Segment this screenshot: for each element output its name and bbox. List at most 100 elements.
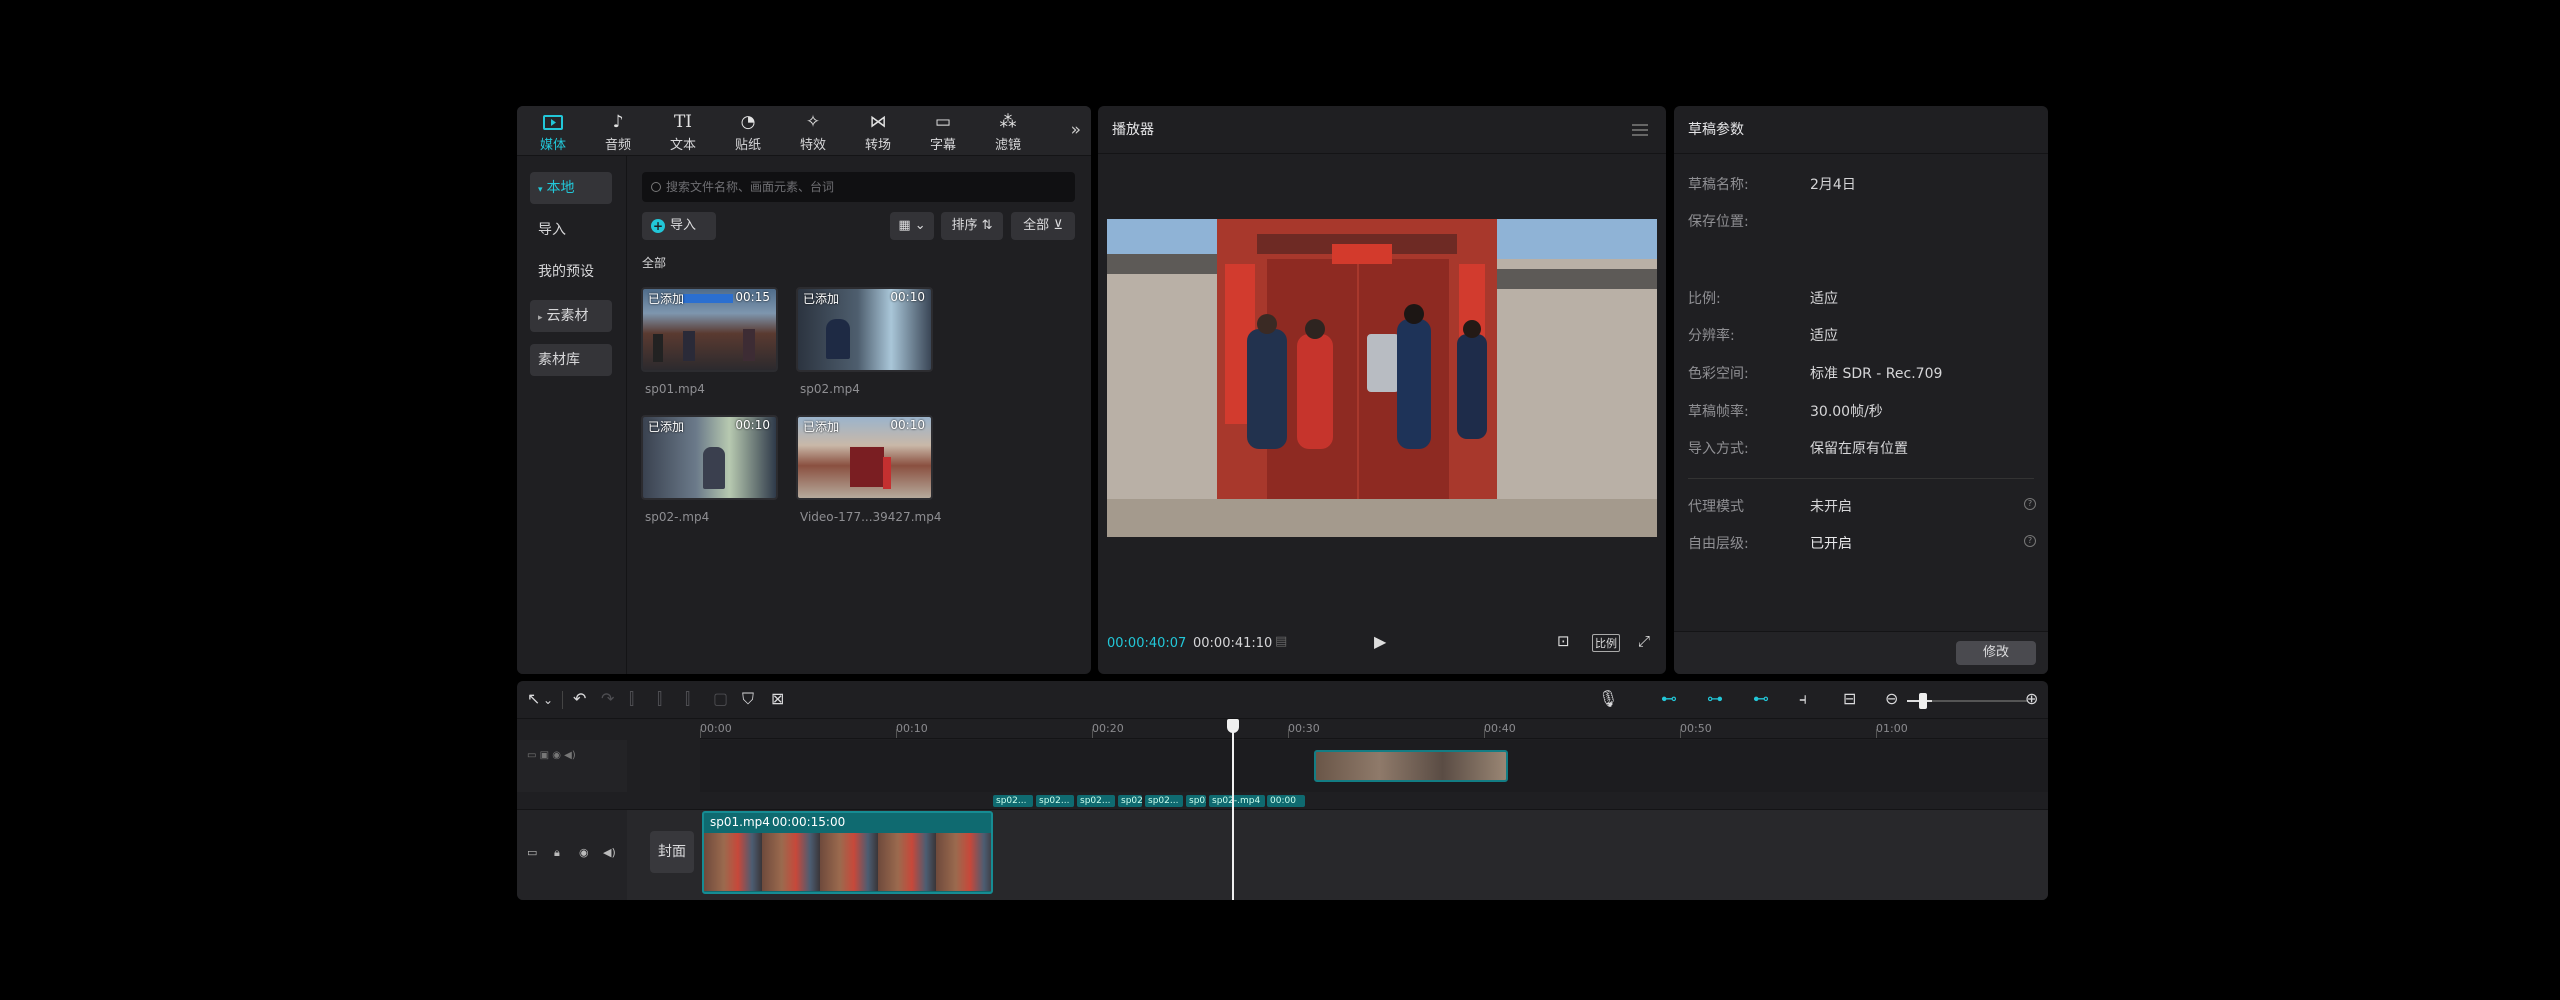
tab-filter[interactable]: ⁂ 滤镜 <box>978 110 1038 154</box>
nav-import-label: 导入 <box>538 222 566 238</box>
ruler-tick <box>1288 729 1289 738</box>
select-cursor-icon[interactable]: ↖ <box>527 689 540 708</box>
media-thumb-video[interactable]: 已添加 00:10 <box>796 415 933 500</box>
mini-clip[interactable]: sp02-.mp4 <box>1209 795 1265 807</box>
redo-icon[interactable]: ↷ <box>601 689 614 708</box>
mini-clip[interactable]: sp02... <box>993 795 1033 807</box>
ruler-tick <box>1092 729 1093 738</box>
overlay-clip[interactable] <box>1314 750 1508 782</box>
search-input[interactable]: 搜索文件名称、画面元素、台词 <box>642 172 1075 202</box>
draft-title: 草稿参数 <box>1688 122 1744 138</box>
nav-cloud[interactable]: ▸ 云素材 <box>530 300 612 332</box>
grid-view-icon: ▦ ⌄ <box>898 218 926 233</box>
sort-button[interactable]: 排序 ⇅ <box>941 212 1003 240</box>
tab-transition[interactable]: ⋈ 转场 <box>848 110 908 154</box>
menu-icon[interactable] <box>1632 124 1648 136</box>
timeline-toolbar: ↖ ⌄ ↶ ↷ ⫿ ⫿ ⫿ ▢ ⛉ ⊠ 🎙 ⊷ ⊶ ⊷ ⫞ ⊟ ⊖ ⊕ <box>517 681 2048 719</box>
mini-clip[interactable]: sp02 <box>1118 795 1142 807</box>
filter-button[interactable]: 全部 ⊻ <box>1011 212 1075 240</box>
auto-snap-icon[interactable]: ⊶ <box>1707 689 1723 708</box>
chevron-down-icon[interactable]: ⌄ <box>543 693 553 707</box>
nav-import[interactable]: 导入 <box>530 214 612 246</box>
timeline-panel: ↖ ⌄ ↶ ↷ ⫿ ⫿ ⫿ ▢ ⛉ ⊠ 🎙 ⊷ ⊶ ⊷ ⫞ ⊟ ⊖ ⊕ 00:0… <box>517 681 2048 900</box>
help-icon[interactable]: ? <box>2024 535 2036 547</box>
thumb-figure <box>653 334 663 362</box>
tab-filter-label: 滤镜 <box>994 138 1021 153</box>
play-button[interactable]: ▶ <box>1374 632 1386 651</box>
mini-clip[interactable]: sp02... <box>1145 795 1183 807</box>
link-main-track-icon[interactable]: ⊷ <box>1661 689 1677 708</box>
effects-icon: ✧ <box>805 112 821 132</box>
media-sidenav: ▾ 本地 导入 我的预设 ▸ 云素材 素材库 <box>517 156 627 674</box>
tab-subtitle[interactable]: ▭ 字幕 <box>913 110 973 154</box>
total-timecode: 00:00:41:10 <box>1193 636 1273 651</box>
thumb-figure <box>743 329 755 361</box>
tab-text[interactable]: TI 文本 <box>653 110 713 154</box>
mini-clip[interactable]: sp02 <box>1186 795 1206 807</box>
ruler-label: 01:00 <box>1876 722 1908 735</box>
view-toggle-button[interactable]: ▦ ⌄ <box>890 212 934 240</box>
search-placeholder: 搜索文件名称、画面元素、台词 <box>666 180 835 194</box>
ruler-tick <box>1484 729 1485 738</box>
more-tabs-icon[interactable]: » <box>1071 120 1081 140</box>
playhead[interactable] <box>1226 719 1239 900</box>
tab-media[interactable]: 媒体 <box>523 110 583 154</box>
ruler-tick <box>1876 729 1877 738</box>
nav-library[interactable]: 素材库 <box>530 344 612 376</box>
zoom-in-icon[interactable]: ⊕ <box>2025 689 2038 708</box>
full-view-icon[interactable]: ⊟ <box>1843 689 1856 708</box>
import-button[interactable]: + 导入 <box>642 212 716 240</box>
undo-icon[interactable]: ↶ <box>573 689 586 708</box>
mini-clip[interactable]: 00:00 <box>1267 795 1305 807</box>
tab-effects[interactable]: ✧ 特效 <box>783 110 843 154</box>
duration-label: 00:10 <box>890 418 925 432</box>
nav-local[interactable]: ▾ 本地 <box>530 172 612 204</box>
eye-icon[interactable]: ◉ <box>579 846 589 859</box>
help-icon[interactable]: ? <box>2024 498 2036 510</box>
media-thumb-sp01[interactable]: 已添加 00:15 <box>641 287 778 372</box>
media-thumb-sp02-dash[interactable]: 已添加 00:10 <box>641 415 778 500</box>
ratio-button[interactable]: 比例 <box>1592 634 1620 652</box>
media-thumb-sp02[interactable]: 已添加 00:10 <box>796 287 933 372</box>
mini-clip[interactable]: sp02... <box>1077 795 1115 807</box>
draft-footer: 修改 <box>1674 631 2048 674</box>
nav-presets[interactable]: 我的预设 <box>530 256 612 288</box>
tab-sticker[interactable]: ◔ 贴纸 <box>718 110 778 154</box>
waveform-icon[interactable]: ▤ <box>1275 634 1287 649</box>
cover-button[interactable]: 封面 <box>650 831 694 873</box>
added-tag: 已添加 <box>648 292 685 306</box>
zoom-slider-handle[interactable] <box>1919 693 1927 709</box>
preview-axis-icon[interactable]: ⫞ <box>1799 689 1807 709</box>
thumb-scene <box>683 294 733 303</box>
video-track-icon[interactable]: ▭ <box>527 846 537 859</box>
fullscreen-icon[interactable]: ⤢ <box>1638 632 1650 650</box>
marker-icon[interactable]: ⛉ <box>742 689 754 709</box>
delete-icon[interactable]: ▢ <box>713 689 728 708</box>
mini-clip[interactable]: sp02... <box>1036 795 1074 807</box>
tab-effects-label: 特效 <box>799 138 826 153</box>
draft-label: 保存位置: <box>1688 214 1749 230</box>
microphone-icon[interactable]: 🎙 <box>1598 689 1618 708</box>
split-icon[interactable]: ⫿ <box>629 689 634 709</box>
volume-icon[interactable]: ◀) <box>603 846 616 859</box>
playhead-handle[interactable] <box>1226 719 1239 733</box>
ai-edit-icon[interactable]: ⊠ <box>771 689 784 708</box>
draft-label: 草稿名称: <box>1688 177 1749 193</box>
linkage-icon[interactable]: ⊷ <box>1753 689 1769 708</box>
time-ruler[interactable]: 00:00 00:10 00:20 00:30 00:40 00:50 01:0… <box>700 719 2048 739</box>
split-left-icon[interactable]: ⫿ <box>657 689 662 709</box>
screenshot-icon[interactable]: ⊡ <box>1557 632 1570 650</box>
lock-icon[interactable]: 🔒︎ <box>554 846 560 860</box>
modify-button[interactable]: 修改 <box>1956 641 2036 665</box>
main-clip[interactable]: sp01.mp4 00:00:15:00 <box>702 811 993 894</box>
thumb-figure <box>703 447 725 489</box>
subtitle-icon: ▭ <box>934 112 952 132</box>
track-controls-icon[interactable]: ▭ ▣ ◉ ◀) <box>527 750 576 761</box>
ruler-label: 00:50 <box>1680 722 1712 735</box>
zoom-out-icon[interactable]: ⊖ <box>1885 689 1898 708</box>
tab-text-label: 文本 <box>669 138 696 153</box>
split-right-icon[interactable]: ⫿ <box>685 689 690 709</box>
draft-value: 标准 SDR - Rec.709 <box>1810 366 1943 382</box>
funnel-icon: ⊻ <box>1053 218 1063 233</box>
tab-audio[interactable]: ♪ 音频 <box>588 110 648 154</box>
